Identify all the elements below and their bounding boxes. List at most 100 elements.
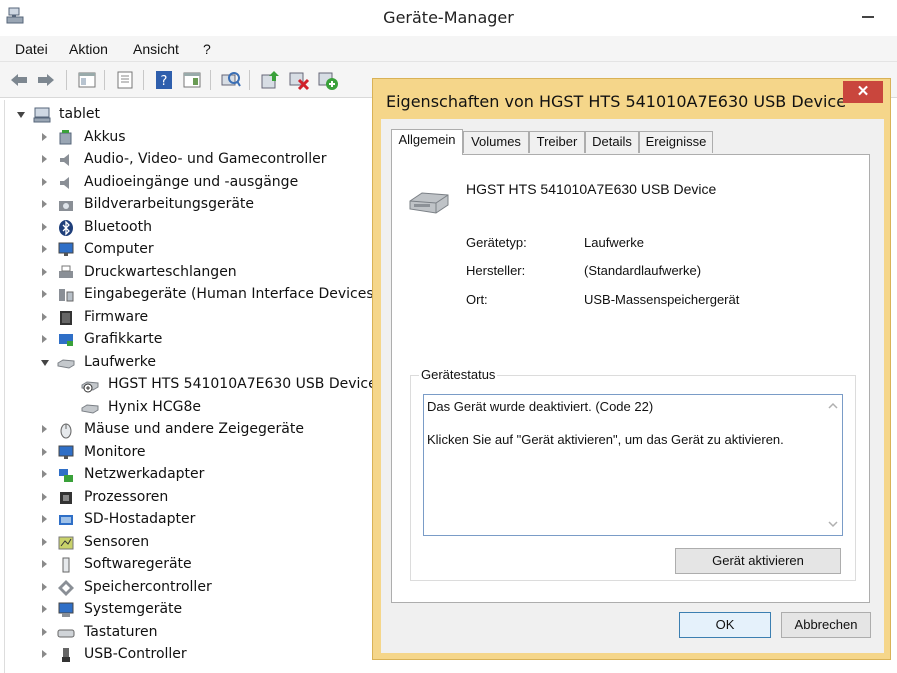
update-driver-icon[interactable] xyxy=(259,69,281,91)
tree-category[interactable]: Systemgeräte xyxy=(5,599,383,621)
enable-device-icon[interactable] xyxy=(317,69,339,91)
cancel-button[interactable]: Abbrechen xyxy=(781,612,871,638)
minimize-icon[interactable] xyxy=(862,16,874,18)
collapse-icon[interactable] xyxy=(41,359,49,366)
help-icon[interactable]: ? xyxy=(153,69,175,91)
svg-text:?: ? xyxy=(161,74,168,89)
tree-category[interactable]: Akkus xyxy=(5,127,383,149)
close-icon[interactable]: ✕ xyxy=(843,81,883,103)
tree-category[interactable]: Audioeingänge und -ausgänge xyxy=(5,172,383,194)
window-title: Geräte-Manager xyxy=(383,8,514,27)
expand-icon[interactable] xyxy=(42,515,47,523)
tree-category-label: Bluetooth xyxy=(84,218,152,235)
expand-icon[interactable] xyxy=(42,222,47,231)
tree-category[interactable]: Prozessoren xyxy=(5,487,383,509)
tree-category[interactable]: USB-Controller xyxy=(5,644,383,666)
tree-category-label: Speichercontroller xyxy=(84,578,212,595)
back-arrow-icon[interactable] xyxy=(8,69,30,91)
expand-icon[interactable] xyxy=(42,627,47,636)
expand-icon[interactable] xyxy=(42,650,47,658)
tree-category-label: Computer xyxy=(84,241,154,257)
tree-category-label: Audioeingänge und -ausgänge xyxy=(84,173,299,190)
device-status-textbox[interactable]: Das Gerät wurde deaktiviert. (Code 22) K… xyxy=(423,394,843,536)
menu-aktion[interactable]: Aktion xyxy=(69,41,108,57)
expand-icon[interactable] xyxy=(42,245,47,253)
tree-category[interactable]: Bildverarbeitungsgeräte xyxy=(5,194,383,216)
device-name: HGST HTS 541010A7E630 USB Device xyxy=(466,181,717,197)
expand-icon[interactable] xyxy=(42,425,47,433)
expand-icon[interactable] xyxy=(42,267,47,276)
tree-category[interactable]: Softwaregeräte xyxy=(5,554,383,576)
tree-category[interactable]: Tastaturen xyxy=(5,622,383,644)
expand-icon[interactable] xyxy=(42,605,47,613)
tree-category[interactable]: Computer xyxy=(5,239,383,261)
action-pane-icon[interactable] xyxy=(181,69,203,91)
property-label: Ort: xyxy=(466,292,488,307)
expand-icon[interactable] xyxy=(42,155,47,163)
scroll-down-icon[interactable] xyxy=(828,519,838,529)
uninstall-device-icon[interactable] xyxy=(288,69,310,91)
tree-category-label: Audio-, Video- und Gamecontroller xyxy=(84,151,327,167)
tree-device[interactable]: Hynix HCG8e xyxy=(5,397,383,419)
disk-drive-icon xyxy=(57,358,75,369)
property-value: Laufwerke xyxy=(584,235,644,250)
mouse-icon xyxy=(60,423,72,439)
scroll-up-icon[interactable] xyxy=(828,401,838,411)
expand-icon[interactable] xyxy=(42,290,47,298)
tab-treiber[interactable]: Treiber xyxy=(529,131,585,153)
menu-help[interactable]: ? xyxy=(203,41,211,57)
tree-category[interactable]: Druckwarteschlangen xyxy=(5,262,383,284)
sensor-icon xyxy=(58,536,74,549)
tree-category[interactable]: Grafikkarte xyxy=(5,329,383,351)
tree-category[interactable]: Monitore xyxy=(5,442,383,464)
tab-volumes[interactable]: Volumes xyxy=(463,131,529,153)
tree-category[interactable]: Mäuse und andere Zeigegeräte xyxy=(5,419,383,441)
tree-category-label: Firmware xyxy=(84,308,149,325)
ok-button[interactable]: OK xyxy=(679,612,771,638)
disk-drive-icon xyxy=(409,192,449,214)
expand-icon[interactable] xyxy=(42,200,47,208)
expand-icon[interactable] xyxy=(42,447,47,456)
tab-allgemein[interactable]: Allgemein xyxy=(391,129,463,155)
tree-category[interactable]: Netzwerkadapter xyxy=(5,464,383,486)
expand-icon[interactable] xyxy=(42,537,47,546)
tree-category[interactable]: Firmware xyxy=(5,307,383,329)
forward-arrow-icon[interactable] xyxy=(35,69,57,91)
tree-device[interactable]: HGST HTS 541010A7E630 USB Device xyxy=(5,374,383,396)
properties-icon[interactable] xyxy=(114,69,136,91)
tree-category-label: Eingabegeräte (Human Interface Devices) xyxy=(84,286,380,302)
tree-category[interactable]: SD-Hostadapter xyxy=(5,509,383,531)
bluetooth-icon xyxy=(59,219,73,236)
tree-root-label: tablet xyxy=(59,106,100,122)
expand-icon[interactable] xyxy=(42,470,47,478)
tree-category[interactable]: Laufwerke xyxy=(5,352,383,374)
expand-icon[interactable] xyxy=(42,492,47,501)
expand-icon[interactable] xyxy=(42,560,47,568)
expand-icon[interactable] xyxy=(42,312,47,321)
show-hide-console-tree-icon[interactable] xyxy=(76,69,98,91)
printer-icon xyxy=(59,265,73,278)
tree-device-label: HGST HTS 541010A7E630 USB Device xyxy=(108,376,377,392)
tree-category[interactable]: Sensoren xyxy=(5,532,383,554)
enable-device-button[interactable]: Gerät aktivieren xyxy=(675,548,841,574)
expand-icon[interactable] xyxy=(42,335,47,343)
menu-datei[interactable]: Datei xyxy=(15,41,48,57)
expand-icon[interactable] xyxy=(42,177,47,186)
tree-category[interactable]: Speichercontroller xyxy=(5,577,383,599)
system-device-icon xyxy=(58,602,74,617)
monitor-icon xyxy=(58,242,74,256)
tree-category-label: Sensoren xyxy=(84,533,150,550)
expand-icon[interactable] xyxy=(42,132,47,141)
device-status-legend: Gerätestatus xyxy=(419,367,498,382)
status-scrollbar[interactable] xyxy=(824,395,842,535)
expand-icon[interactable] xyxy=(42,582,47,591)
tree-category[interactable]: Bluetooth xyxy=(5,217,383,239)
tree-category[interactable]: Audio-, Video- und Gamecontroller xyxy=(5,149,383,171)
tab-ereignisse[interactable]: Ereignisse xyxy=(639,131,713,153)
menu-ansicht[interactable]: Ansicht xyxy=(133,41,179,57)
tab-details[interactable]: Details xyxy=(585,131,639,153)
tree-root[interactable]: tablet xyxy=(5,104,305,126)
tree-category[interactable]: Eingabegeräte (Human Interface Devices) xyxy=(5,284,383,306)
scan-hardware-icon[interactable] xyxy=(220,69,242,91)
collapse-icon[interactable] xyxy=(17,112,25,118)
